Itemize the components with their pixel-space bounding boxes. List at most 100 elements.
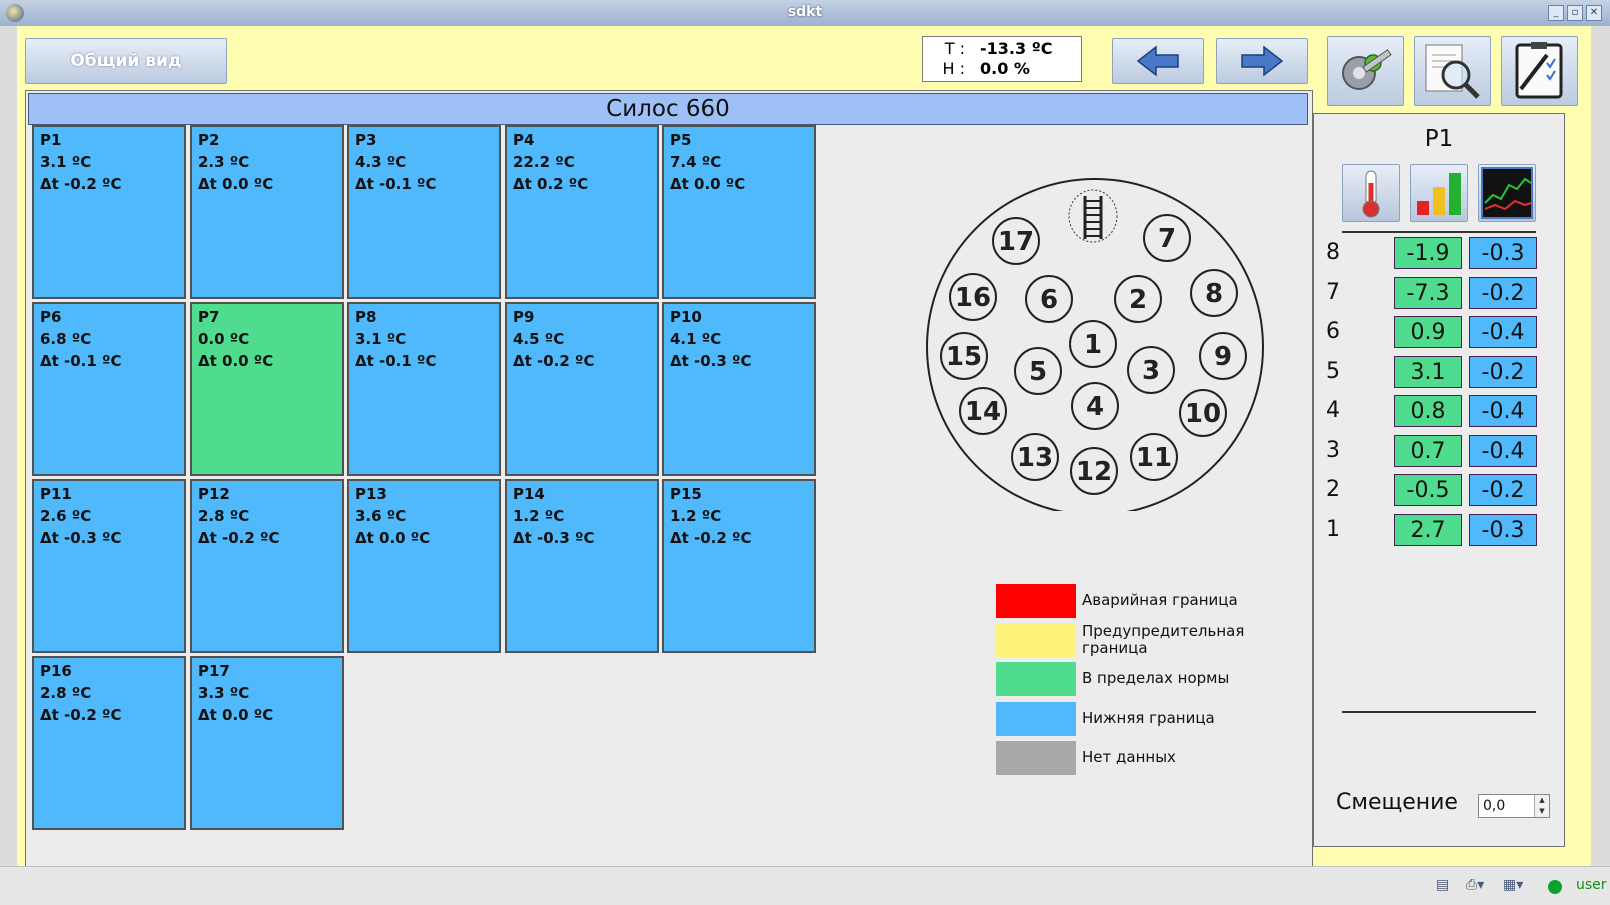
report-search-button[interactable] bbox=[1414, 36, 1491, 106]
level-temperature: 0.8 bbox=[1394, 395, 1462, 427]
report-search-icon bbox=[1425, 44, 1480, 99]
settings-button[interactable] bbox=[1327, 36, 1404, 106]
window-left-border bbox=[0, 26, 17, 866]
sensor-cell[interactable]: P15 1.2 ºC Δt -0.2 ºC bbox=[662, 479, 816, 653]
level-temperature: -7.3 bbox=[1394, 276, 1462, 309]
cell-label: P13 bbox=[355, 485, 387, 503]
settings-wrench-icon bbox=[1342, 49, 1392, 90]
sensor-cell[interactable]: P16 2.8 ºC Δt -0.2 ºC bbox=[32, 656, 186, 830]
bar-view-button[interactable] bbox=[1410, 164, 1468, 222]
thermometer-icon bbox=[1362, 170, 1380, 218]
level-delta: -0.4 bbox=[1469, 395, 1537, 427]
sensor-position-label: 17 bbox=[998, 227, 1034, 257]
divider bbox=[1342, 231, 1536, 233]
sensor-position-label: 2 bbox=[1129, 285, 1147, 315]
sensor-cell[interactable]: P12 2.8 ºC Δt -0.2 ºC bbox=[190, 479, 344, 653]
minimize-icon[interactable]: _ bbox=[1548, 5, 1564, 21]
spin-arrows-icon[interactable]: ▲ ▼ bbox=[1534, 795, 1549, 817]
sensor-cell[interactable]: P2 2.3 ºC Δt 0.0 ºC bbox=[190, 125, 344, 299]
level-row: 1 2.7 -0.3 bbox=[1326, 513, 1546, 546]
sensor-cell[interactable]: P13 3.6 ºC Δt 0.0 ºC bbox=[347, 479, 501, 653]
sensor-cell[interactable]: P17 3.3 ºC Δt 0.0 ºC bbox=[190, 656, 344, 830]
cell-temperature: 6.8 ºC bbox=[40, 330, 92, 348]
cell-label: P3 bbox=[355, 131, 377, 149]
silo-title: Силос 660 bbox=[28, 93, 1308, 125]
offset-stepper[interactable]: 0,0 ▲ ▼ bbox=[1478, 794, 1550, 818]
cell-temperature: 2.3 ºC bbox=[198, 153, 250, 171]
sensor-cell[interactable]: P14 1.2 ºC Δt -0.3 ºC bbox=[505, 479, 659, 653]
cell-temperature: 3.1 ºC bbox=[40, 153, 92, 171]
next-silo-button[interactable] bbox=[1216, 38, 1308, 84]
sensor-position-label: 3 bbox=[1142, 356, 1160, 386]
cell-delta: Δt 0.2 ºC bbox=[513, 175, 589, 193]
cell-delta: Δt -0.3 ºC bbox=[513, 529, 595, 547]
overview-button[interactable]: Общий вид bbox=[25, 38, 227, 84]
sensor-position-label: 15 bbox=[946, 342, 982, 372]
window-title: sdkt bbox=[787, 4, 823, 20]
cell-label: P4 bbox=[513, 131, 535, 149]
divider bbox=[1342, 711, 1536, 713]
arrow-left-icon bbox=[1136, 45, 1179, 77]
sensor-cell[interactable]: P3 4.3 ºC Δt -0.1 ºC bbox=[347, 125, 501, 299]
level-temperature: 2.7 bbox=[1394, 513, 1462, 546]
cell-label: P11 bbox=[40, 485, 72, 503]
maximize-icon[interactable]: ▫ bbox=[1567, 5, 1583, 21]
cell-temperature: 4.1 ºC bbox=[670, 330, 722, 348]
sensor-cell[interactable]: P8 3.1 ºC Δt -0.1 ºC bbox=[347, 302, 501, 476]
cell-temperature: 3.3 ºC bbox=[198, 684, 250, 702]
level-row: 8 -1.9 -0.3 bbox=[1326, 237, 1546, 269]
legend-label-line: Предупредительная bbox=[1082, 622, 1245, 640]
cell-label: P7 bbox=[198, 308, 220, 326]
cell-delta: Δt 0.0 ºC bbox=[670, 175, 746, 193]
sensor-cell[interactable]: P5 7.4 ºC Δt 0.0 ºC bbox=[662, 125, 816, 299]
temperature-view-button[interactable] bbox=[1342, 164, 1400, 222]
status-bar: ▤ ⎙▾ ▦▾ bbox=[0, 866, 1610, 905]
printer-icon[interactable]: ⎙▾ bbox=[1466, 877, 1484, 893]
humidity-label: H : bbox=[942, 59, 965, 78]
legend-swatch bbox=[996, 702, 1076, 736]
export-icon[interactable]: ▦▾ bbox=[1503, 877, 1523, 893]
previous-silo-button[interactable] bbox=[1112, 38, 1204, 84]
level-number: 2 bbox=[1326, 477, 1340, 502]
sensor-cell[interactable]: P6 6.8 ºC Δt -0.1 ºC bbox=[32, 302, 186, 476]
sensor-cell[interactable]: P11 2.6 ºC Δt -0.3 ºC bbox=[32, 479, 186, 653]
sensor-cell[interactable]: P7 0.0 ºC Δt 0.0 ºC bbox=[190, 302, 344, 476]
cell-temperature: 2.8 ºC bbox=[40, 684, 92, 702]
cell-temperature: 3.1 ºC bbox=[355, 330, 407, 348]
legend-swatch bbox=[996, 584, 1076, 618]
checklist-button[interactable] bbox=[1501, 36, 1578, 106]
graph-view-button[interactable] bbox=[1478, 164, 1536, 222]
book-icon[interactable]: ▤ bbox=[1436, 877, 1449, 893]
level-delta: -0.2 bbox=[1469, 355, 1537, 388]
sensor-position-label: 12 bbox=[1076, 457, 1112, 487]
sensor-cell[interactable]: P4 22.2 ºC Δt 0.2 ºC bbox=[505, 125, 659, 299]
arrow-right-icon bbox=[1241, 45, 1284, 77]
level-temperature: 0.7 bbox=[1394, 434, 1462, 467]
legend-label: Нет данных bbox=[1082, 749, 1252, 766]
cell-label: P16 bbox=[40, 662, 72, 680]
sensor-position-label: 14 bbox=[965, 397, 1001, 427]
legend-swatch bbox=[996, 623, 1076, 657]
cell-temperature: 4.3 ºC bbox=[355, 153, 407, 171]
legend-label: В пределах нормы bbox=[1082, 670, 1252, 687]
level-number: 3 bbox=[1326, 437, 1340, 463]
close-icon[interactable]: ✕ bbox=[1586, 5, 1602, 21]
level-number: 1 bbox=[1326, 516, 1340, 542]
cell-label: P9 bbox=[513, 308, 535, 326]
cell-label: P8 bbox=[355, 308, 377, 326]
cell-delta: Δt 0.0 ºC bbox=[355, 529, 431, 547]
cell-delta: Δt -0.3 ºC bbox=[670, 352, 752, 370]
ambient-readout: T : -13.3 ºC H : 0.0 % bbox=[922, 36, 1082, 82]
offset-label: Смещение bbox=[1336, 790, 1458, 815]
cell-delta: Δt -0.2 ºC bbox=[198, 529, 280, 547]
sensor-position-label: 9 bbox=[1214, 342, 1232, 372]
humidity-value: 0.0 % bbox=[980, 59, 1030, 78]
level-delta: -0.3 bbox=[1469, 513, 1537, 546]
bar-chart-icon bbox=[1417, 173, 1461, 215]
sensor-position-label: 8 bbox=[1205, 279, 1223, 309]
sensor-cell[interactable]: P1 3.1 ºC Δt -0.2 ºC bbox=[32, 125, 186, 299]
legend-label-line: Нижняя граница bbox=[1082, 709, 1215, 727]
sensor-cell[interactable]: P10 4.1 ºC Δt -0.3 ºC bbox=[662, 302, 816, 476]
sensor-cell[interactable]: P9 4.5 ºC Δt -0.2 ºC bbox=[505, 302, 659, 476]
cell-delta: Δt -0.1 ºC bbox=[355, 352, 437, 370]
